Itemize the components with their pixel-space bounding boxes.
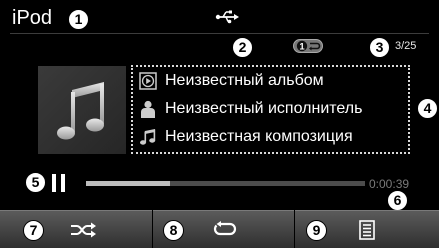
album-row: Неизвестный альбом xyxy=(139,70,324,92)
music-note-icon xyxy=(57,82,104,140)
progress-fill xyxy=(86,181,170,186)
list-icon xyxy=(359,220,375,240)
artist-row: Неизвестный исполнитель xyxy=(139,98,362,120)
repeat-one-label: 1 xyxy=(299,41,305,52)
track-counter: 3/25 xyxy=(395,40,417,52)
album-art xyxy=(38,66,126,154)
album-icon xyxy=(139,72,157,90)
callout-6: 6 xyxy=(387,190,408,211)
repeat-one-indicator: 1 xyxy=(293,39,323,53)
source-title: iPod xyxy=(12,7,53,29)
usb-icon xyxy=(215,10,239,24)
callout-7: 7 xyxy=(23,220,44,241)
elapsed-time: 0:00:39 xyxy=(369,177,410,191)
artist-icon xyxy=(141,100,155,118)
song-icon xyxy=(140,129,156,145)
song-title: Неизвестная композиция xyxy=(165,128,353,145)
track-info-panel: Неизвестный альбом Неизвестный исполните… xyxy=(131,65,410,154)
callout-1: 1 xyxy=(68,9,89,30)
shuffle-icon xyxy=(71,222,96,238)
callout-8: 8 xyxy=(163,220,184,241)
repeat-icon xyxy=(213,221,237,236)
pause-icon[interactable] xyxy=(52,174,66,192)
callout-2: 2 xyxy=(232,37,253,58)
callout-9: 9 xyxy=(306,220,327,241)
callout-5: 5 xyxy=(25,172,46,193)
album-name: Неизвестный альбом xyxy=(165,72,324,89)
progress-bar[interactable] xyxy=(86,181,365,186)
header-divider xyxy=(10,33,429,34)
song-row: Неизвестная композиция xyxy=(139,126,353,148)
callout-4: 4 xyxy=(417,98,438,119)
artist-name: Неизвестный исполнитель xyxy=(165,100,363,117)
callout-3: 3 xyxy=(369,37,390,58)
ipod-screen: iPod 1 2 1 3 3/25 Неизвестный альбом Неи… xyxy=(0,0,439,248)
